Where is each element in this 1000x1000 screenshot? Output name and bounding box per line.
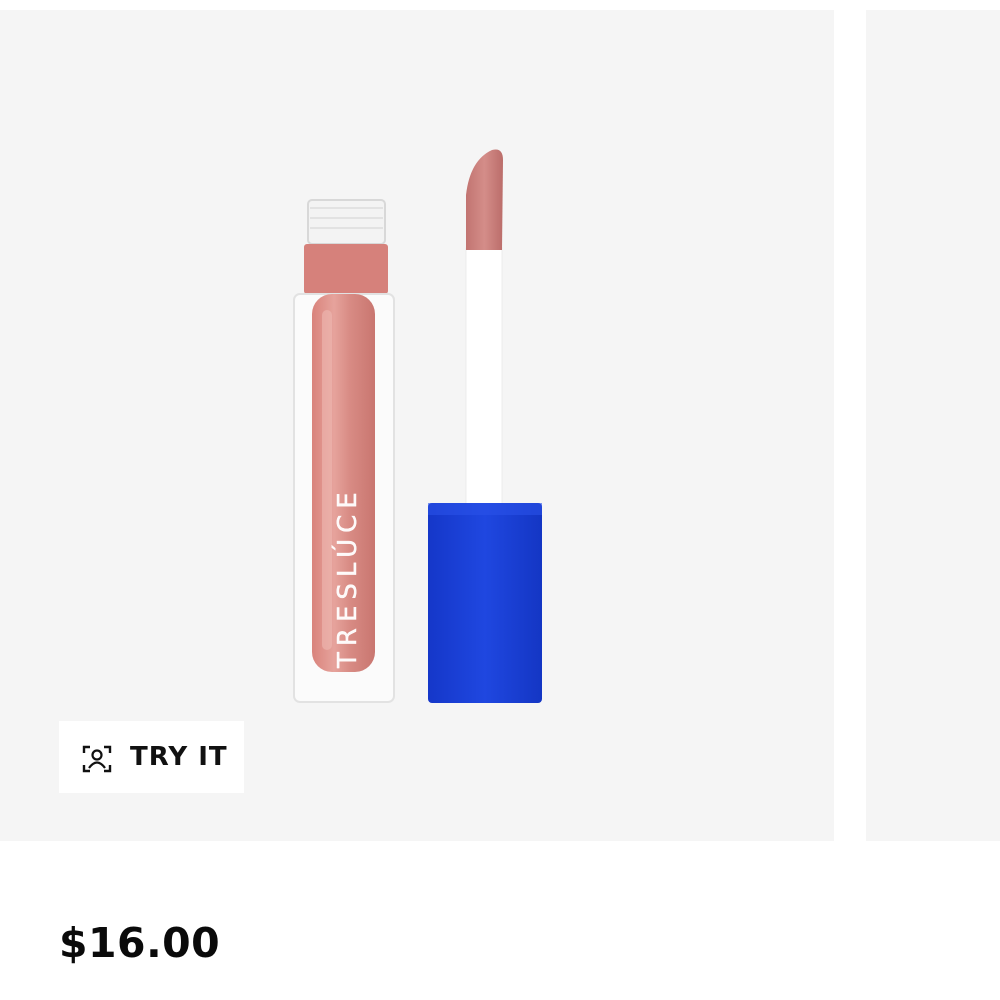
gloss-tube: TRESLÚCE: [293, 199, 395, 703]
try-it-label: TRY IT: [130, 742, 228, 772]
next-product-image[interactable]: [866, 10, 1000, 841]
face-scan-icon: [82, 745, 112, 773]
applicator-wand: [428, 149, 542, 703]
brand-text: TRESLÚCE: [331, 486, 363, 669]
lip-gloss-illustration: TRESLÚCE: [293, 149, 542, 703]
product-price: $16.00: [59, 919, 221, 967]
product-card-page: TRESLÚCE TRY IT $16.00: [0, 0, 1000, 1000]
product-image[interactable]: TRESLÚCE TRY IT: [0, 10, 834, 841]
try-it-button[interactable]: TRY IT: [59, 721, 244, 793]
